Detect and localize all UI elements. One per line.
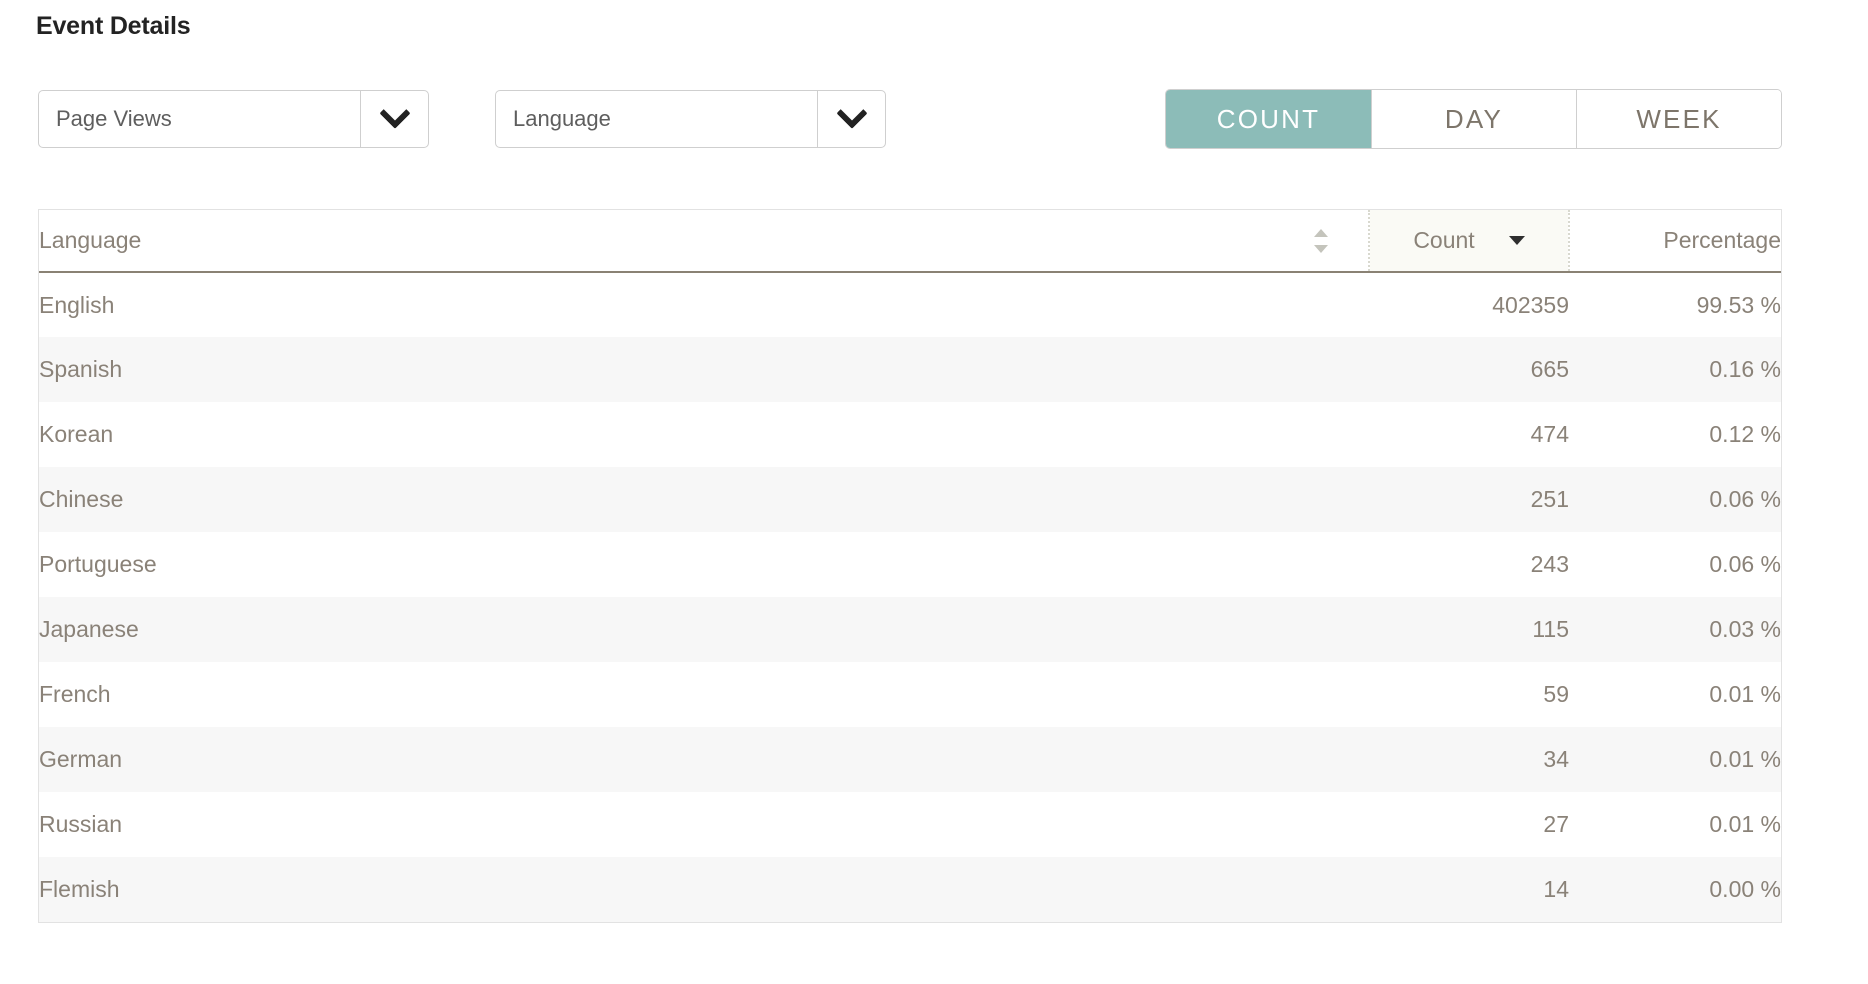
table-body: English 402359 99.53 % Spanish 665 0.16 % Kore… [39, 272, 1781, 922]
event-details-panel: Event Details Page Views Language COUNT … [0, 0, 1868, 984]
column-header-count[interactable]: Count [1368, 210, 1570, 273]
column-header-language[interactable]: Language [39, 210, 1369, 273]
language-table: Language Count Percentage English 402359 9… [39, 210, 1781, 922]
cell-count: 243 [1530, 551, 1569, 577]
table-row[interactable]: Flemish 14 0.00 % [39, 857, 1781, 922]
cell-language: Japanese [39, 616, 139, 642]
table-row[interactable]: Chinese 251 0.06 % [39, 467, 1781, 532]
cell-count: 665 [1530, 356, 1569, 382]
table-row[interactable]: Japanese 115 0.03 % [39, 597, 1781, 662]
chevron-down-icon[interactable] [817, 91, 885, 147]
toggle-button-day[interactable]: DAY [1371, 90, 1576, 148]
sort-updown-icon[interactable] [1314, 228, 1328, 254]
cell-percentage: 0.06 % [1709, 551, 1781, 577]
cell-language: Flemish [39, 876, 120, 902]
cell-count: 34 [1543, 746, 1569, 772]
cell-language: Korean [39, 421, 114, 447]
cell-language: German [39, 746, 123, 772]
cell-count: 14 [1543, 876, 1569, 902]
metric-dropdown-value: Page Views [56, 106, 172, 131]
cell-language: Portuguese [39, 551, 157, 577]
table-row[interactable]: German 34 0.01 % [39, 727, 1781, 792]
sort-down-icon[interactable] [1508, 236, 1525, 245]
column-header-percentage-label: Percentage [1663, 227, 1781, 253]
cell-language: French [39, 681, 111, 707]
table-row[interactable]: Portuguese 243 0.06 % [39, 532, 1781, 597]
dimension-dropdown[interactable]: Language [495, 90, 886, 148]
cell-percentage: 99.53 % [1696, 291, 1781, 318]
column-header-count-label: Count [1413, 227, 1475, 253]
column-header-percentage[interactable]: Percentage [1569, 210, 1781, 273]
cell-count: 115 [1532, 616, 1569, 642]
cell-language: Spanish [39, 356, 123, 382]
table-header-row: Language Count Percentage [39, 210, 1781, 273]
cell-percentage: 0.12 % [1709, 421, 1781, 447]
view-mode-toggle-group: COUNT DAY WEEK [1165, 89, 1782, 149]
toggle-button-week[interactable]: WEEK [1576, 90, 1781, 148]
cell-percentage: 0.01 % [1709, 746, 1781, 772]
cell-percentage: 0.00 % [1709, 876, 1781, 902]
cell-percentage: 0.01 % [1709, 811, 1781, 837]
cell-language: English [39, 291, 115, 318]
cell-language: Russian [39, 811, 123, 837]
language-table-container: Language Count Percentage English 402359 9… [38, 209, 1782, 923]
dimension-dropdown-value: Language [513, 106, 611, 131]
chevron-down-icon[interactable] [360, 91, 428, 147]
cell-count: 474 [1530, 421, 1569, 447]
table-row[interactable]: French 59 0.01 % [39, 662, 1781, 727]
cell-language: Chinese [39, 486, 124, 512]
cell-percentage: 0.06 % [1709, 486, 1781, 512]
cell-count: 27 [1543, 811, 1569, 837]
table-row[interactable]: Spanish 665 0.16 % [39, 337, 1781, 402]
controls-row: Page Views Language COUNT DAY WEEK [38, 89, 1782, 150]
table-row[interactable]: Korean 474 0.12 % [39, 402, 1781, 467]
cell-count: 59 [1543, 681, 1569, 707]
toggle-button-count[interactable]: COUNT [1166, 90, 1371, 148]
cell-percentage: 0.16 % [1709, 356, 1781, 382]
table-header: Language Count Percentage [39, 210, 1781, 273]
cell-percentage: 0.03 % [1709, 616, 1781, 642]
page-title: Event Details [36, 12, 191, 40]
cell-percentage: 0.01 % [1709, 681, 1781, 707]
cell-count: 402359 [1492, 291, 1569, 318]
table-row[interactable]: English 402359 99.53 % [39, 272, 1781, 337]
metric-dropdown[interactable]: Page Views [38, 90, 429, 148]
column-header-language-label: Language [39, 227, 142, 253]
table-row[interactable]: Russian 27 0.01 % [39, 792, 1781, 857]
cell-count: 251 [1530, 486, 1569, 512]
